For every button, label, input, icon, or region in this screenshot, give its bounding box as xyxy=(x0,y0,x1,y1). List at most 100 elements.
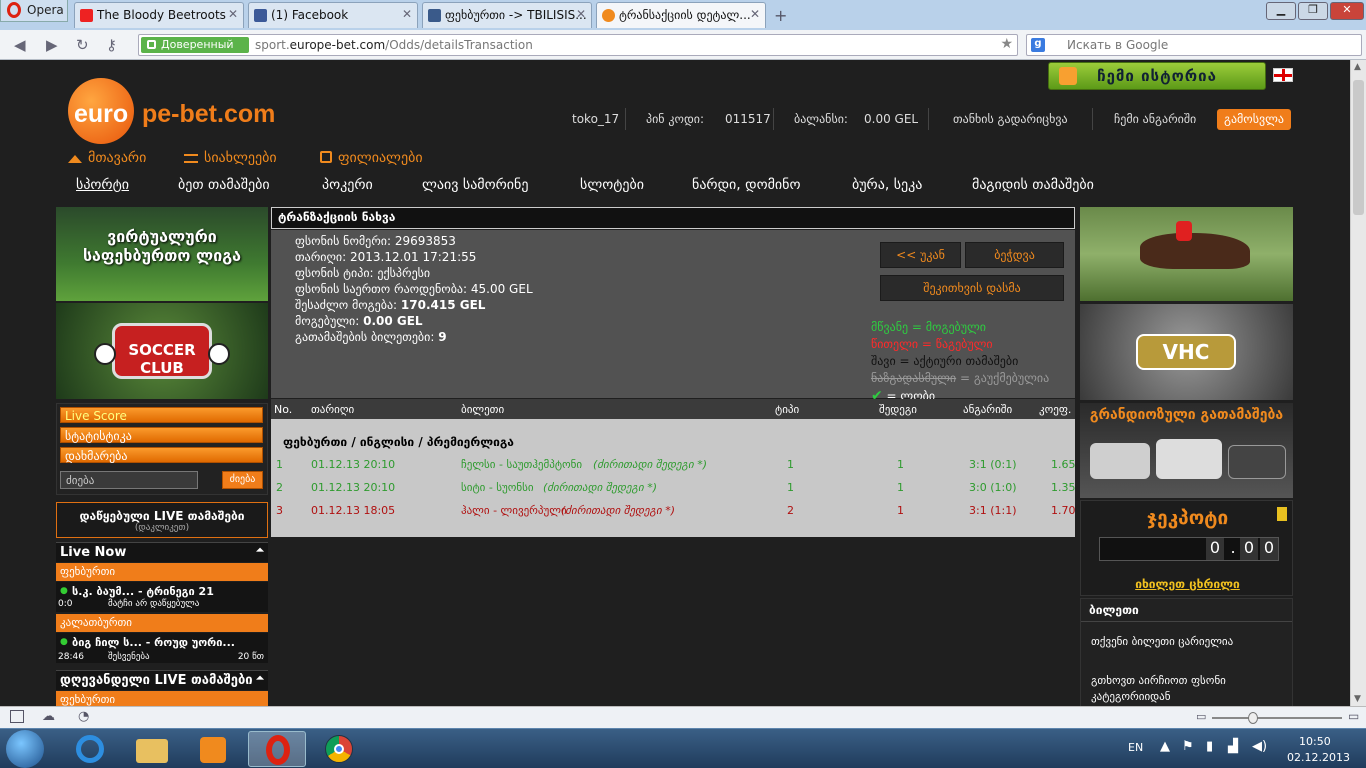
my-history-button[interactable]: ჩემი ისტორია xyxy=(1048,62,1266,90)
zoom-slider-handle[interactable] xyxy=(1248,712,1258,724)
collapse-icon[interactable]: ⏶ xyxy=(256,673,264,684)
reload-icon[interactable]: ↻ xyxy=(76,36,89,54)
nav-live-casino[interactable]: ლაივ სამორინე xyxy=(422,177,528,193)
collapse-icon[interactable]: ⏶ xyxy=(256,545,264,556)
live-score-link[interactable]: Live Score xyxy=(60,407,263,423)
maximize-icon[interactable]: ❐ xyxy=(1298,2,1328,20)
live-dot-icon: ● xyxy=(60,637,68,647)
zoom-out-icon[interactable]: ▭ xyxy=(1196,710,1206,723)
network-icon[interactable]: ▟ xyxy=(1228,739,1238,754)
divider xyxy=(625,108,626,130)
statistics-link[interactable]: სტატისტიკა xyxy=(60,427,263,443)
live-category[interactable]: კალათბურთი xyxy=(56,614,268,632)
volume-icon[interactable]: ◀) xyxy=(1252,739,1267,754)
chrome-icon[interactable] xyxy=(310,731,368,767)
site-logo[interactable]: euro pe-bet.com xyxy=(68,72,298,144)
live-category[interactable]: ფეხბურთი xyxy=(56,691,268,706)
url-field[interactable]: Доверенный sport.europe-bet.com/Odds/det… xyxy=(138,34,1018,56)
soccer-club-banner[interactable]: SOCCER CLUB xyxy=(56,303,268,399)
live-match-row[interactable]: ● ს.კ. ბაუმ... - ტრინეგი 21 0:0 მატჩი არ… xyxy=(56,582,268,612)
deposit-link[interactable]: თანხის გადარიცხვა xyxy=(953,112,1068,126)
today-live-header[interactable]: დღევანდელი LIVE თამაშები ⏶ xyxy=(56,670,268,690)
horse-racing-banner[interactable] xyxy=(1080,207,1293,301)
jackpot-table-link[interactable]: იხილეთ ცხრილი xyxy=(1081,577,1292,591)
speed-dial-icon[interactable]: ◔ xyxy=(78,709,89,724)
table-row[interactable]: 1 01.12.13 20:10 ჩელსი - საუთჰემპტონი (ძ… xyxy=(271,456,1076,476)
key-icon[interactable]: ⚷ xyxy=(106,36,117,54)
nav-sport[interactable]: სპორტი xyxy=(76,177,129,193)
table-header: No. თარიღი ბილეთი ტიპი შედეგი ანგარიში კ… xyxy=(271,399,1075,419)
device-icon[interactable]: ▮ xyxy=(1206,739,1213,754)
close-icon[interactable]: ✕ xyxy=(228,7,238,21)
nav-backgammon[interactable]: ნარდი, დომინო xyxy=(692,177,801,193)
live-category[interactable]: ფეხბურთი xyxy=(56,563,268,581)
site-search-input[interactable]: ძიება xyxy=(60,471,198,489)
close-window-icon[interactable]: ✕ xyxy=(1330,2,1364,20)
vertical-scrollbar[interactable]: ▲ ▼ xyxy=(1350,60,1366,706)
tab-facebook[interactable]: (1) Facebook ✕ xyxy=(248,2,418,28)
forward-icon[interactable]: ▶ xyxy=(46,36,58,54)
bookmark-star-icon[interactable]: ★ xyxy=(1000,36,1013,52)
divider xyxy=(1081,621,1292,622)
zoom-slider[interactable] xyxy=(1212,717,1342,719)
explorer-folder-icon[interactable] xyxy=(122,731,180,767)
language-indicator[interactable]: EN xyxy=(1128,741,1143,754)
tray-up-arrow-icon[interactable]: ▲ xyxy=(1160,739,1170,754)
nav-poker[interactable]: პოკერი xyxy=(322,177,373,193)
nav-branches[interactable]: ფილიალები xyxy=(320,150,423,166)
panel-toggle-icon[interactable] xyxy=(10,710,24,723)
clock-time[interactable]: 10:50 xyxy=(1299,735,1331,748)
secure-badge[interactable]: Доверенный xyxy=(141,37,249,53)
print-button[interactable]: ბეჭდვა xyxy=(965,242,1064,268)
transaction-header: ტრანზაქციის ნახვა xyxy=(271,207,1075,229)
grand-draw-banner[interactable]: გრანდიოზული გათამაშება xyxy=(1080,403,1293,498)
pin-label: პინ კოდი: xyxy=(646,112,705,126)
my-account-link[interactable]: ჩემი ანგარიში xyxy=(1114,112,1196,126)
opera-menu-button[interactable]: Opera xyxy=(0,0,68,22)
nav-bet-games[interactable]: ბეთ თამაშები xyxy=(178,177,270,193)
action-center-flag-icon[interactable]: ⚑ xyxy=(1182,739,1194,754)
live-now-header[interactable]: Live Now ⏶ xyxy=(56,542,268,562)
georgia-flag-icon[interactable] xyxy=(1273,68,1293,82)
nav-slots[interactable]: სლოტები xyxy=(580,177,644,193)
tab-youtube[interactable]: The Bloody Beetroots ✕ xyxy=(74,2,244,28)
close-icon[interactable]: ✕ xyxy=(576,7,586,21)
table-row[interactable]: 3 01.12.13 18:05 ჰალი - ლივერპული (ძირით… xyxy=(271,502,1076,522)
zoom-in-icon[interactable]: ▭ xyxy=(1348,709,1359,723)
ask-question-button[interactable]: შეკითხვის დასმა xyxy=(880,275,1064,301)
close-icon[interactable]: ✕ xyxy=(750,7,760,21)
live-match-row[interactable]: ● ბიგ ჩილ ს... - როუდ უორი... 28:46 შესვ… xyxy=(56,633,268,663)
nav-table-games[interactable]: მაგიდის თამაშები xyxy=(972,177,1094,193)
started-live-games-box[interactable]: დაწყებული LIVE თამაშები (დაკლიკეთ) xyxy=(56,502,268,538)
back-icon[interactable]: ◀ xyxy=(14,36,26,54)
vhc-banner[interactable]: VHC xyxy=(1080,304,1293,400)
opera-taskbar-icon[interactable] xyxy=(248,731,306,767)
start-button-icon[interactable] xyxy=(6,730,44,768)
legend-won: მწვანე = მოგებული xyxy=(871,320,987,334)
close-icon[interactable]: ✕ xyxy=(402,7,412,21)
cloud-icon[interactable]: ☁ xyxy=(42,709,55,724)
logout-button[interactable]: გამოსვლა xyxy=(1217,109,1291,130)
tab-tbilisis[interactable]: ფეხბურთი -> TBILISIS... ✕ xyxy=(422,2,592,28)
back-button[interactable]: << უკან xyxy=(880,242,961,268)
windows-taskbar: EN ▲ ⚑ ▮ ▟ ◀) 10:50 02.12.2013 xyxy=(0,728,1366,768)
minimize-icon[interactable]: ▁ xyxy=(1266,2,1296,20)
scroll-thumb[interactable] xyxy=(1353,80,1364,215)
username[interactable]: toko_17 xyxy=(572,112,619,126)
soccer-ball-icon xyxy=(94,343,116,365)
tab-europebet[interactable]: ტრანსაქციის დეტალ... ✕ xyxy=(596,2,766,28)
table-row[interactable]: 2 01.12.13 20:10 სიტი - სუონსი (ძირითადი… xyxy=(271,479,1076,499)
nav-bura[interactable]: ბურა, სეკა xyxy=(852,177,922,193)
media-player-icon[interactable] xyxy=(184,731,242,767)
internet-explorer-icon[interactable] xyxy=(60,731,118,767)
help-link[interactable]: დახმარება xyxy=(60,447,263,463)
clock-date[interactable]: 02.12.2013 xyxy=(1287,751,1350,764)
bet-number: ფსონის ნომერი: 29693853 xyxy=(295,234,456,248)
search-input[interactable]: g Искать в Google xyxy=(1026,34,1362,56)
new-tab-icon[interactable]: + xyxy=(774,6,787,25)
nav-news[interactable]: სიახლეები xyxy=(184,150,277,166)
divider xyxy=(773,108,774,130)
nav-home[interactable]: მთავარი xyxy=(68,150,146,166)
virtual-league-banner[interactable]: ვირტუალური საფეხბურთო ლიგა xyxy=(56,207,268,301)
site-search-button[interactable]: ძიება xyxy=(222,471,263,489)
